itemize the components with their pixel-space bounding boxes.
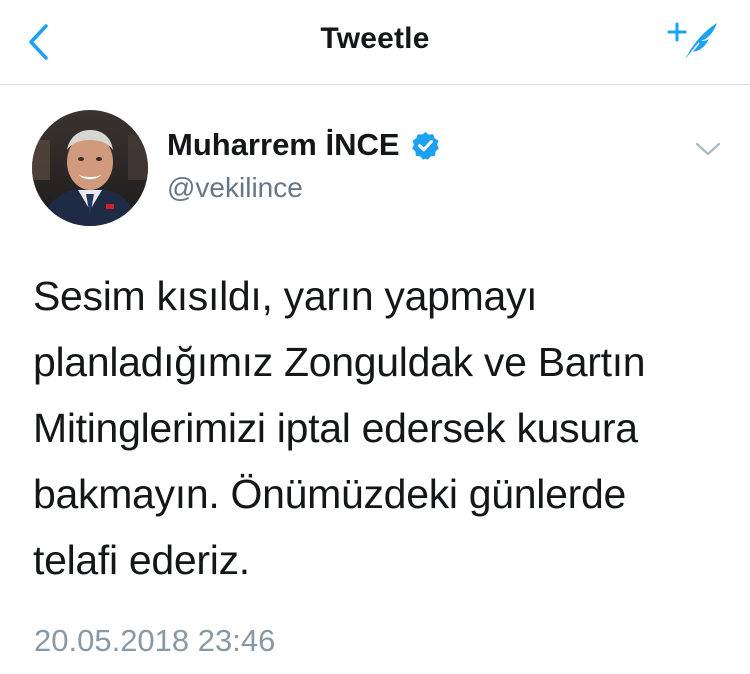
tweet-text-line: Mitinglerimizi iptal edersek kusura <box>33 405 638 451</box>
top-navigation-bar: Tweetle <box>0 0 750 85</box>
compose-tweet-button[interactable] <box>664 14 724 70</box>
page-title: Tweetle <box>320 22 430 55</box>
tweet-menu-button[interactable] <box>690 135 726 163</box>
tweet-text-line: planladığımız Zonguldak ve Bartın <box>33 339 646 385</box>
tweet-text-line: Sesim kısıldı, yarın yapmayı <box>33 273 538 319</box>
tweet-text: Sesim kısıldı, yarın yapmayı planladığım… <box>33 263 723 593</box>
chevron-down-icon <box>695 142 721 156</box>
tweet-timestamp[interactable]: 20.05.2018 23:46 <box>34 623 275 659</box>
tweet-text-line: telafi ederiz. <box>33 537 250 583</box>
author-name-text: Muharrem İNCE <box>167 127 400 162</box>
avatar[interactable] <box>32 110 148 226</box>
author-handle[interactable]: @vekilince <box>167 172 303 204</box>
tweet-text-line: bakmayın. Önümüzdeki günlerde <box>33 471 626 517</box>
compose-tweet-icon <box>667 22 717 63</box>
tweet-detail: Muharrem İNCE @vekilince Sesim kısıldı, … <box>0 85 750 674</box>
author-name[interactable]: Muharrem İNCE <box>167 127 441 163</box>
profile-photo <box>32 110 148 226</box>
verified-badge-icon <box>411 131 439 160</box>
